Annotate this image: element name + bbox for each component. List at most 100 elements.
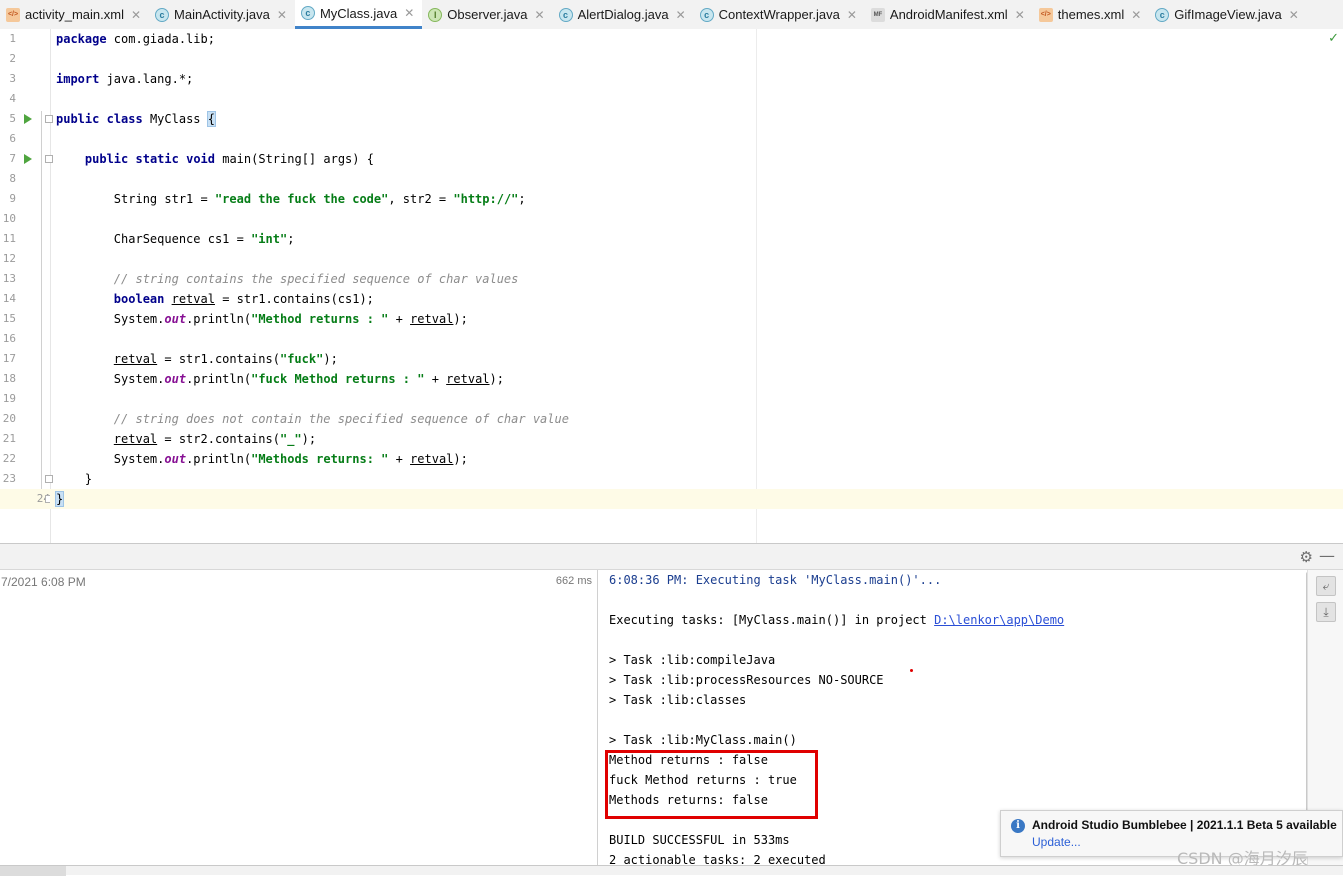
scroll-to-end-icon[interactable]: ⤓ (1316, 602, 1336, 622)
keyword: class (106, 112, 143, 126)
console-line: > Task :lib:MyClass.main() (609, 733, 797, 747)
code-text: .println( (186, 372, 252, 386)
code-text: = str1.contains( (157, 352, 280, 366)
variable: retval (171, 292, 215, 306)
tab-androidmanifest-xml[interactable]: MF AndroidManifest.xml ✕ (865, 0, 1033, 29)
code-text: System. (113, 452, 165, 466)
close-icon[interactable]: ✕ (1015, 8, 1025, 22)
code-text: java.lang.*; (99, 72, 194, 86)
string-literal: "Methods returns: " (251, 452, 389, 466)
close-icon[interactable]: ✕ (847, 8, 857, 22)
update-link[interactable]: Update... (1032, 835, 1081, 849)
code-line: public class MyClass { (56, 109, 1343, 129)
close-icon[interactable]: ✕ (404, 6, 414, 20)
code-line: boolean retval = str1.contains(cs1); (56, 289, 1343, 309)
console-text: Executing tasks: [MyClass.main()] in pro… (609, 613, 935, 627)
code-text: ); (489, 372, 504, 386)
fold-icon[interactable] (45, 475, 53, 483)
keyword: import (56, 72, 100, 86)
line-number: 2 (9, 52, 16, 65)
variable: retval (410, 312, 454, 326)
editor-gutter[interactable]: 1 2 3 4 5 6 7 8 9 10 11 12 13 14 15 16 1… (0, 29, 53, 543)
code-text: , str2 = (388, 192, 454, 206)
project-path-link[interactable]: D:\lenkor\app\Demo (934, 613, 1064, 627)
soft-wrap-icon[interactable]: ⤶ (1316, 576, 1336, 596)
tab-myclass-java[interactable]: c MyClass.java ✕ (294, 0, 423, 29)
string-literal: "http://" (453, 192, 519, 206)
tab-label: GifImageView.java (1174, 7, 1282, 22)
close-icon[interactable]: ✕ (535, 8, 545, 22)
string-literal: "fuck Method returns : " (251, 372, 425, 386)
console-line: 2 actionable tasks: 2 executed (609, 853, 826, 865)
manifest-file-icon: MF (870, 7, 885, 22)
tab-activity-main-xml[interactable]: </> activity_main.xml ✕ (0, 0, 149, 29)
code-text: ); (453, 312, 468, 326)
xml-file-icon: </> (1038, 7, 1053, 22)
gear-icon[interactable]: ⚙ (1300, 548, 1313, 566)
tab-themes-xml[interactable]: </> themes.xml ✕ (1033, 0, 1150, 29)
code-text: CharSequence cs1 = (113, 232, 252, 246)
string-literal: "int" (251, 232, 288, 246)
run-tool-window-header: ⚙ — (0, 543, 1343, 570)
bottom-tool-strip (0, 865, 1343, 876)
run-main-icon[interactable] (24, 154, 32, 164)
code-text: + (388, 312, 411, 326)
code-text: .println( (186, 452, 252, 466)
tab-gifimageview-java[interactable]: c GifImageView.java ✕ (1149, 0, 1307, 29)
fold-icon[interactable] (45, 115, 53, 123)
line-number: 1 (9, 32, 16, 45)
close-icon[interactable]: ✕ (131, 8, 141, 22)
code-text: main(String[] args) { (215, 152, 374, 166)
close-icon[interactable]: ✕ (1289, 8, 1299, 22)
code-text: String str1 = (113, 192, 215, 206)
string-literal: "read the fuck the code" (214, 192, 389, 206)
tab-label: activity_main.xml (25, 7, 124, 22)
annotation-dot (910, 669, 913, 672)
line-number: 17 (2, 352, 16, 365)
line-number: 4 (9, 92, 16, 105)
tab-contextwrapper-java[interactable]: c ContextWrapper.java ✕ (694, 0, 865, 29)
java-class-icon: c (300, 6, 315, 20)
line-number: 15 (2, 312, 16, 325)
code-editor[interactable]: 1 2 3 4 5 6 7 8 9 10 11 12 13 14 15 16 1… (0, 29, 1343, 543)
code-text: } (84, 472, 93, 486)
string-literal: "fuck" (279, 352, 324, 366)
close-icon[interactable]: ✕ (1131, 8, 1141, 22)
code-line: public static void main(String[] args) { (56, 149, 1343, 169)
line-number: 7 (9, 152, 16, 165)
line-number: 6 (9, 132, 16, 145)
variable: retval (446, 372, 490, 386)
run-tree[interactable]: 7/2021 6:08 PM 662 ms (0, 570, 598, 865)
line-number: 8 (9, 172, 16, 185)
class-name: MyClass (142, 112, 208, 126)
code-line: // string does not contain the specified… (56, 409, 1343, 429)
code-content[interactable]: package com.giada.lib; import java.lang.… (50, 29, 1343, 509)
minimize-icon[interactable]: — (1319, 546, 1335, 565)
close-icon[interactable]: ✕ (277, 8, 287, 22)
line-number: 5 (9, 112, 16, 125)
line-number: 3 (9, 72, 16, 85)
line-number: 23 (2, 472, 16, 485)
indent-guide (41, 111, 42, 501)
tab-observer-java[interactable]: I Observer.java ✕ (422, 0, 552, 29)
tab-alertdialog-java[interactable]: c AlertDialog.java ✕ (553, 0, 694, 29)
code-text: System. (113, 372, 165, 386)
xml-file-icon: </> (6, 7, 20, 22)
fold-icon[interactable] (45, 155, 53, 163)
tab-label: AlertDialog.java (577, 7, 669, 22)
info-icon: i (1011, 819, 1025, 833)
tab-label: MyClass.java (319, 5, 398, 21)
close-icon[interactable]: ✕ (676, 8, 686, 22)
code-text: com.giada.lib; (106, 32, 215, 46)
line-number: 14 (2, 292, 16, 305)
tab-mainactivity-java[interactable]: c MainActivity.java ✕ (149, 0, 295, 29)
matched-brace: { (206, 111, 217, 127)
code-line: retval = str2.contains("_"); (56, 429, 1343, 449)
java-interface-icon: I (428, 7, 443, 22)
keyword: static (135, 152, 179, 166)
run-timestamp[interactable]: 7/2021 6:08 PM (1, 575, 86, 589)
run-class-icon[interactable] (24, 114, 32, 124)
